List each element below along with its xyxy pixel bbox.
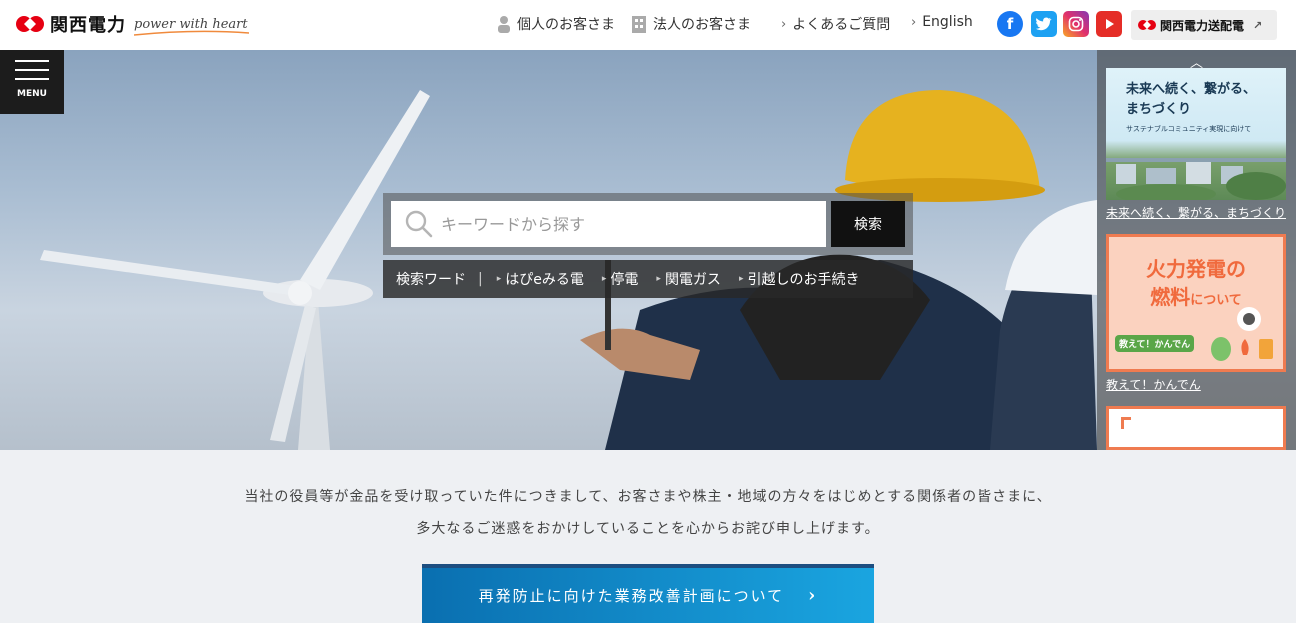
apology-notice: 当社の役員等が金品を受け取っていた件につきまして、お客さまや株主・地域の方々をは…: [0, 450, 1296, 623]
triangle-right-icon: ▸: [496, 274, 502, 284]
search-input[interactable]: [391, 201, 826, 247]
banner-sustainable-community[interactable]: 未来へ続く、繋がる、 まちづくり サステナブルコミュニティ実現に向けて: [1106, 68, 1286, 200]
carousel-down-button[interactable]: ﹀: [1097, 430, 1296, 449]
notice-line-2: 多大なるご迷惑をおかけしていることを心からお詫び申し上げます。: [416, 521, 880, 537]
town-illustration: [1106, 158, 1286, 200]
chevron-right-icon: ›: [911, 14, 917, 30]
nav-personal[interactable]: 個人のお客さま: [497, 14, 615, 34]
keyword-link-outage[interactable]: ▸ 停電: [602, 269, 639, 289]
nav-english[interactable]: › English: [911, 14, 973, 30]
logo-tagline: power with heart: [134, 17, 249, 36]
kepco-td-logo-icon: [1138, 20, 1156, 30]
banner-caption-community[interactable]: 未来へ続く、繋がる、まちづくり: [1106, 204, 1286, 221]
nav-faq[interactable]: › よくあるご質問: [781, 14, 890, 34]
person-icon: [498, 16, 510, 33]
keywords-title: 検索ワード: [396, 272, 466, 288]
search-icon: [405, 210, 433, 238]
keyword-link-kanden-gas[interactable]: ▸ 関電ガス: [656, 269, 721, 289]
instagram-icon[interactable]: [1063, 11, 1089, 37]
triangle-right-icon: ▸: [656, 274, 661, 284]
banner-thermal-fuel[interactable]: 火力発電の 燃料について 教えて！かんでん: [1106, 234, 1286, 372]
twitter-icon[interactable]: [1031, 11, 1057, 37]
banner-caption-oshiete-kanden[interactable]: 教えて！かんでん: [1106, 376, 1201, 393]
chevron-down-icon: ﹀: [1189, 434, 1203, 449]
keyword-link-moving[interactable]: ▸ 引越しのお手続き: [739, 269, 860, 289]
logo-text: 関西電力: [50, 15, 126, 36]
hero-section: MENU 検索 検索ワード | ▸はぴeみる電 ▸停電 ▸関電ガス ▸引越しのお…: [0, 50, 1296, 450]
kepco-logo[interactable]: 関西電力 power with heart: [14, 11, 249, 37]
site-header: 関西電力 power with heart 個人のお客さま 法人のお客さま › …: [0, 0, 1296, 50]
building-icon: [632, 16, 646, 33]
transmission-company-link[interactable]: 関西電力送配電 ↗: [1131, 10, 1277, 40]
facebook-icon[interactable]: f: [997, 11, 1023, 37]
triangle-right-icon: ▸: [601, 274, 607, 284]
chevron-right-icon: ›: [808, 585, 818, 606]
kepco-logo-mark-icon: [16, 16, 44, 32]
triangle-right-icon: ▸: [738, 274, 744, 284]
improvement-plan-button[interactable]: 再発防止に向けた業務改善計画について ›: [422, 564, 874, 623]
search-button[interactable]: 検索: [831, 201, 905, 247]
search-keywords-bar: 検索ワード | ▸ はぴeみる電 ▸ 停電 ▸ 関電ガス ▸ 引越しのお手続き: [383, 260, 913, 298]
keyword-link-hapiemiruden[interactable]: ▸ はぴeみる電: [497, 269, 584, 289]
banner-badge: 教えて！かんでん: [1115, 335, 1195, 352]
keywords-separator: |: [478, 271, 483, 287]
notice-line-1: 当社の役員等が金品を受け取っていた件につきまして、お客さまや株主・地域の方々をは…: [244, 489, 1052, 505]
search-box: 検索: [383, 193, 913, 255]
banner-carousel: ︿ 未来へ続く、繋がる、 まちづくり サステナブルコミュニティ実現に向けて 未来…: [1097, 50, 1296, 450]
menu-button[interactable]: MENU: [0, 50, 64, 114]
youtube-icon[interactable]: [1096, 11, 1122, 37]
external-link-icon: ↗: [1253, 18, 1263, 32]
chevron-right-icon: ›: [781, 16, 787, 32]
fuel-icons-illustration: [1211, 307, 1273, 361]
nav-business[interactable]: 法人のお客さま: [631, 14, 751, 34]
